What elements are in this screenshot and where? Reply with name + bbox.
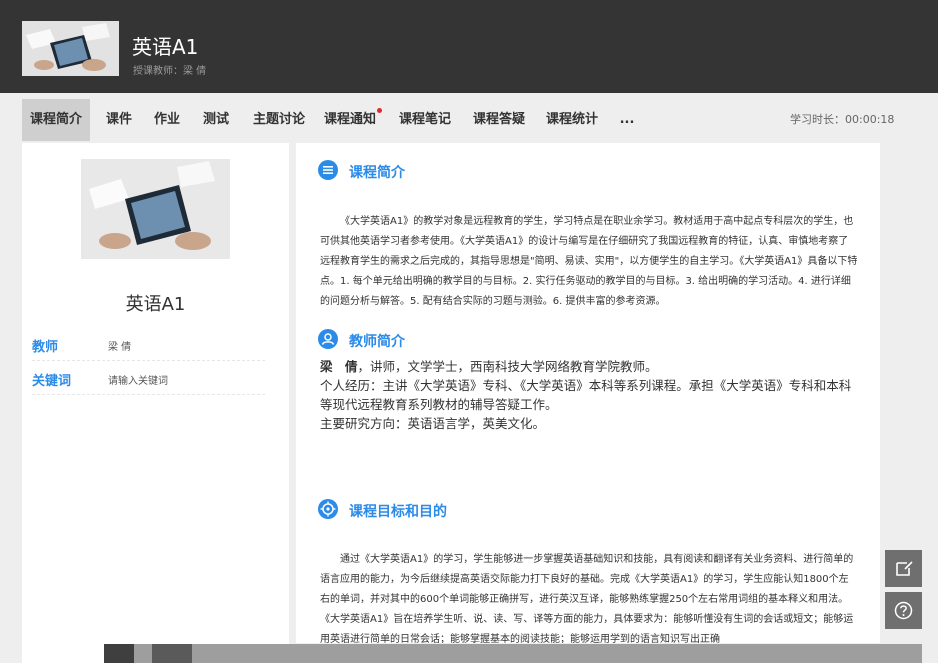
bottom-scroll-strip bbox=[104, 644, 922, 663]
tab-statistics[interactable]: 课程统计 bbox=[541, 99, 603, 141]
question-icon bbox=[894, 601, 913, 620]
keyword-row: 关键词 请输入关键词 bbox=[32, 361, 265, 395]
tab-test[interactable]: 测试 bbox=[196, 99, 236, 141]
list-icon bbox=[318, 160, 338, 180]
teacher-row: 教师 梁 倩 bbox=[32, 327, 265, 361]
tab-qa[interactable]: 课程答疑 bbox=[468, 99, 530, 141]
tab-notices[interactable]: 课程通知 bbox=[320, 99, 380, 141]
tab-more[interactable]: ... bbox=[614, 99, 640, 141]
course-nav: 课程简介 课件 作业 测试 主题讨论 课程通知 课程笔记 课程答疑 课程统计 .… bbox=[0, 99, 938, 141]
tab-course-intro[interactable]: 课程简介 bbox=[22, 99, 90, 141]
section-title-goals: 课程目标和目的 bbox=[349, 504, 447, 520]
section-title-teacher: 教师简介 bbox=[349, 334, 405, 350]
tab-courseware[interactable]: 课件 bbox=[99, 99, 139, 141]
sidebar-course-name: 英语A1 bbox=[125, 294, 186, 315]
study-time: 学习时长：00:00:18 bbox=[790, 113, 895, 126]
course-title: 英语A1 bbox=[132, 35, 199, 59]
teacher-research: 主要研究方向：英语语言学，英美文化。 bbox=[320, 416, 546, 431]
tab-notes[interactable]: 课程笔记 bbox=[394, 99, 456, 141]
scroll-strip-dark bbox=[104, 644, 134, 663]
goals-text: 通过《大学英语A1》的学习，学生能够进一步掌握英语基础知识和技能，具有阅读和翻译… bbox=[320, 554, 854, 643]
section-title-intro: 课程简介 bbox=[349, 165, 405, 181]
edit-note-icon bbox=[896, 561, 913, 576]
teacher-intro: 梁 倩，讲师，文学学士，西南科技大学网络教育学院教师。 个人经历：主讲《大学英语… bbox=[320, 357, 860, 433]
teacher-name: 梁 倩 bbox=[320, 359, 358, 374]
teacher-line-1: 梁 倩，讲师，文学学士，西南科技大学网络教育学院教师。 bbox=[320, 357, 860, 376]
keyword-label: 关键词 bbox=[32, 374, 72, 389]
teacher-label: 教师 bbox=[32, 340, 59, 355]
course-sidebar: 英语A1 教师 梁 倩 关键词 请输入关键词 bbox=[22, 143, 289, 663]
person-icon bbox=[318, 329, 338, 349]
keyword-input[interactable]: 请输入关键词 bbox=[108, 372, 168, 387]
tab-homework[interactable]: 作业 bbox=[147, 99, 187, 141]
target-icon bbox=[318, 499, 338, 519]
scroll-strip-mid bbox=[152, 644, 192, 663]
teacher-value: 梁 倩 bbox=[108, 342, 132, 353]
teacher-title: ，讲师，文学学士，西南科技大学网络教育学院教师。 bbox=[357, 359, 658, 374]
course-content: 课程简介 《大学英语A1》的教学对象是远程教育的学生，学习特点是在职业余学习。教… bbox=[296, 143, 880, 643]
course-image bbox=[81, 159, 230, 259]
intro-text: 《大学英语A1》的教学对象是远程教育的学生，学习特点是在职业余学习。教材适用于高… bbox=[320, 216, 858, 307]
course-thumbnail bbox=[22, 21, 119, 76]
notice-badge-dot bbox=[377, 108, 382, 113]
course-teacher-subtitle: 授课教师：梁 倩 bbox=[133, 66, 207, 77]
course-header: 英语A1 授课教师：梁 倩 bbox=[0, 0, 938, 93]
help-button[interactable] bbox=[885, 592, 922, 629]
teacher-experience: 个人经历：主讲《大学英语》专科、《大学英语》本科等系列课程。承担《大学英语》专科… bbox=[320, 378, 852, 412]
edit-note-button[interactable] bbox=[885, 550, 922, 587]
tab-discussion[interactable]: 主题讨论 bbox=[246, 99, 312, 141]
